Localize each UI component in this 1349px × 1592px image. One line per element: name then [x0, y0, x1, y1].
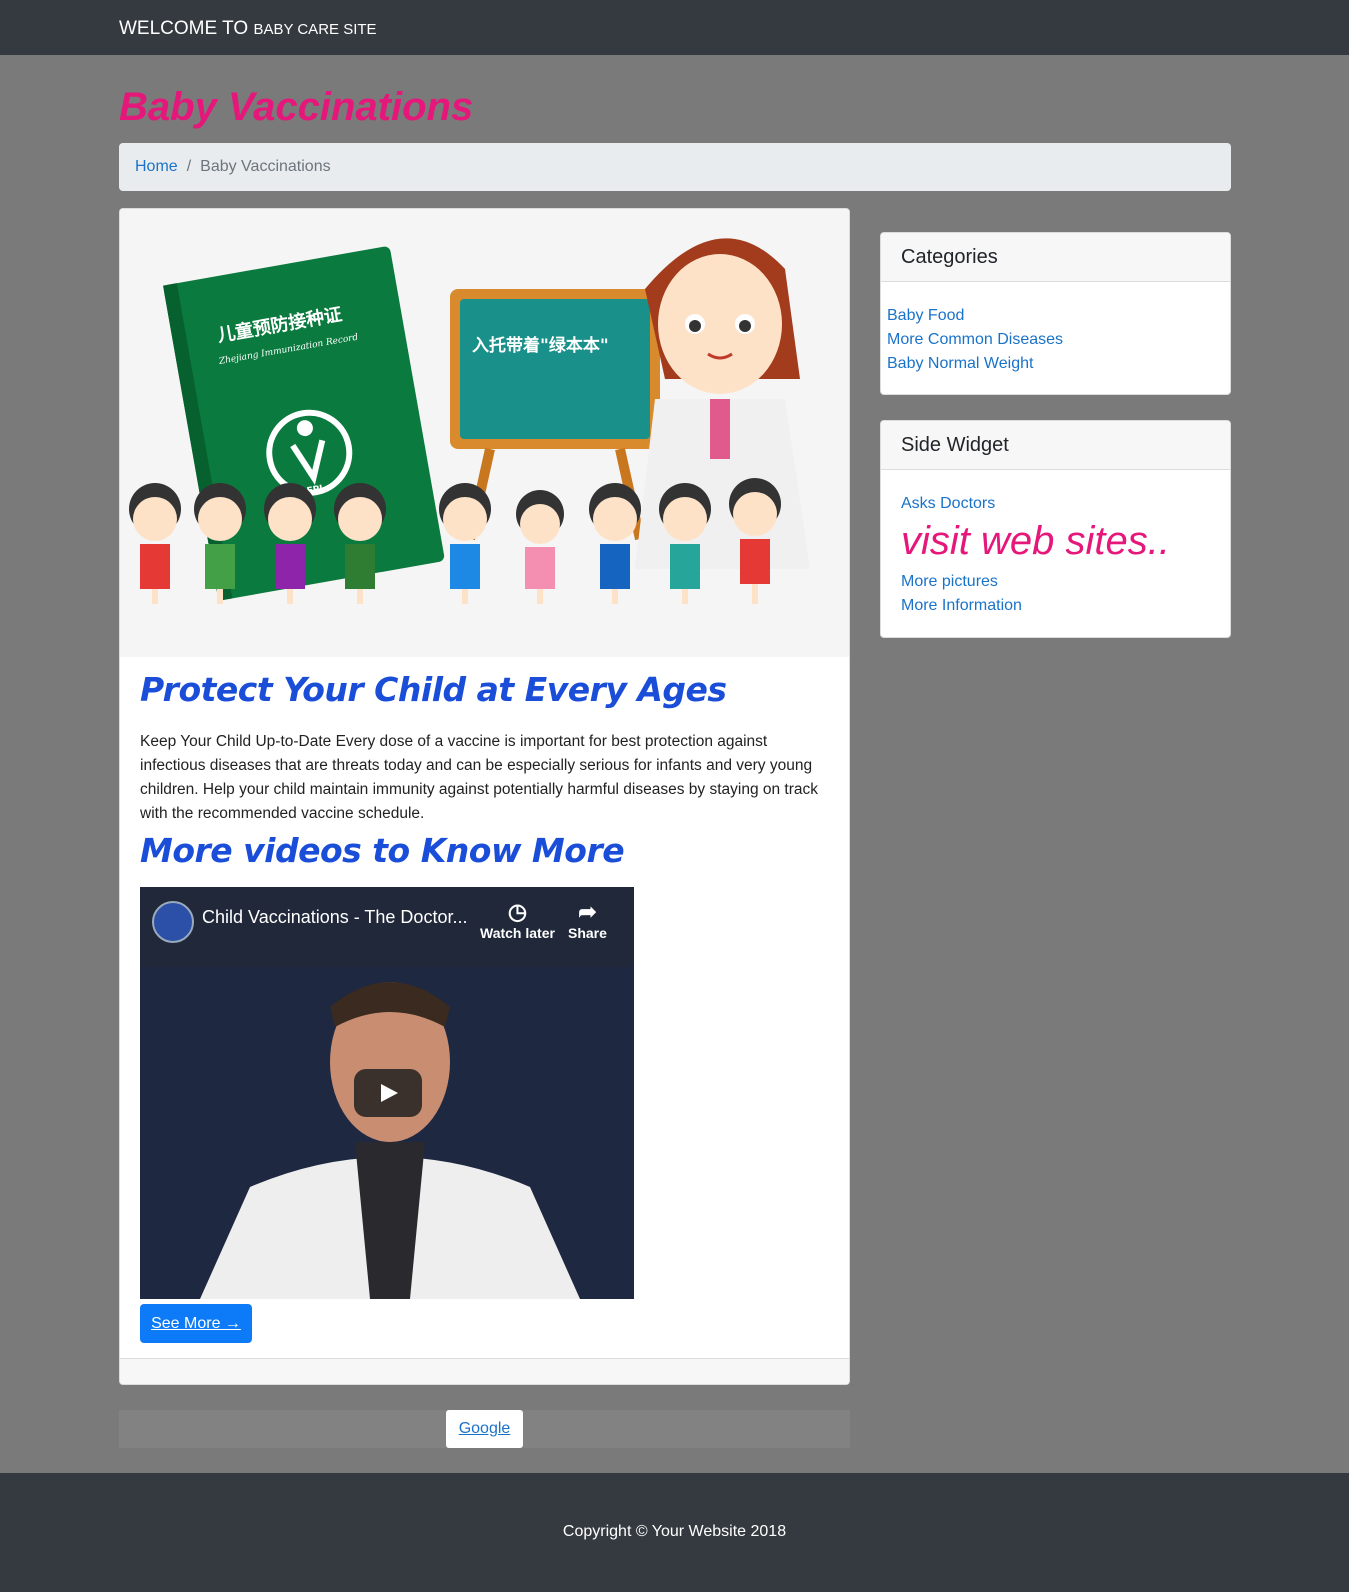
share-label: Share	[568, 925, 607, 941]
site-footer: Copyright © Your Website 2018	[0, 1473, 1349, 1592]
article-body: Keep Your Child Up-to-Date Every dose of…	[140, 733, 819, 822]
categories-widget: Categories Baby Food More Common Disease…	[880, 232, 1231, 395]
videos-heading: More videos to Know More	[140, 831, 625, 870]
page-title: Baby Vaccinations	[119, 85, 474, 129]
site-brand[interactable]: WELCOME TO baby care site	[119, 18, 377, 41]
board-text: 入托带着"绿本本"	[472, 335, 609, 356]
share-icon: ➦	[578, 899, 597, 924]
more-information-link[interactable]: More Information	[901, 594, 1210, 618]
video-title[interactable]: Child Vaccinations - The Doctor...	[202, 907, 467, 928]
side-widget-title: Side Widget	[881, 421, 1230, 470]
categories-title: Categories	[881, 233, 1230, 282]
top-navbar: WELCOME TO baby care site	[0, 0, 1349, 55]
channel-logo-icon[interactable]	[152, 901, 194, 943]
watch-later-button[interactable]: ◷ Watch later	[480, 899, 555, 941]
brand-small: baby care site	[253, 21, 377, 38]
more-pictures-link[interactable]: More pictures	[901, 570, 1210, 594]
article-card: 儿童预防接种证 Zhejiang Immunization Record EPI…	[119, 208, 850, 1385]
hero-image: 儿童预防接种证 Zhejiang Immunization Record EPI…	[120, 209, 849, 657]
hero-illustration: 儿童预防接种证 Zhejiang Immunization Record EPI…	[120, 209, 849, 657]
breadcrumb-home-link[interactable]: Home	[135, 158, 178, 176]
asks-doctors-link[interactable]: Asks Doctors	[901, 492, 1210, 516]
category-normal-weight[interactable]: Baby Normal Weight	[887, 352, 1224, 376]
category-baby-food[interactable]: Baby Food	[887, 304, 1224, 328]
side-widget: Side Widget Asks Doctors visit web sites…	[880, 420, 1231, 638]
watch-later-label: Watch later	[480, 925, 555, 941]
breadcrumb-current: Baby Vaccinations	[200, 158, 331, 175]
visit-web-sites-text: visit web sites..	[901, 519, 1170, 563]
see-more-button[interactable]: See More →	[140, 1304, 252, 1343]
pagination-bar: Google	[119, 1410, 850, 1448]
embedded-video[interactable]: Child Vaccinations - The Doctor... ◷ Wat…	[140, 887, 634, 1299]
breadcrumb-separator: /	[186, 158, 192, 175]
breadcrumb: Home / Baby Vaccinations	[119, 143, 1231, 191]
brand-main: WELCOME TO	[119, 18, 249, 39]
google-button[interactable]: Google	[446, 1410, 523, 1448]
share-button[interactable]: ➦ Share	[568, 899, 607, 941]
category-common-diseases[interactable]: More Common Diseases	[887, 328, 1224, 352]
copyright-text: Copyright © Your Website 2018	[562, 1523, 787, 1540]
clock-icon: ◷	[507, 899, 528, 924]
article-heading: Protect Your Child at Every Ages	[140, 670, 727, 709]
play-icon[interactable]	[354, 1069, 422, 1117]
card-footer	[120, 1358, 849, 1384]
